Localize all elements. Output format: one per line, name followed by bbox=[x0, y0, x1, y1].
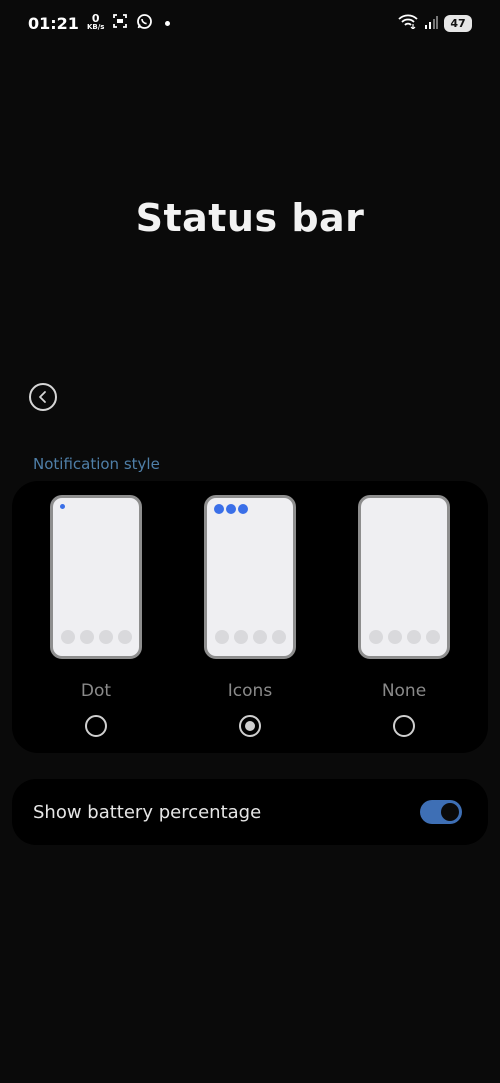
icons-preview bbox=[204, 495, 296, 659]
network-speed-value: 0 bbox=[91, 12, 100, 25]
radio-selected-mark bbox=[245, 721, 255, 731]
preview-dock bbox=[369, 630, 440, 644]
status-bar-right: 47 bbox=[398, 14, 472, 33]
option-label-none: None bbox=[381, 681, 427, 701]
status-bar-left: 01:21 0 KB/s bbox=[28, 12, 171, 34]
dot-preview bbox=[50, 495, 142, 659]
option-none[interactable]: None bbox=[358, 495, 450, 737]
notification-dot-indicator bbox=[60, 504, 65, 509]
back-button[interactable] bbox=[29, 383, 57, 411]
more-notifications-dot bbox=[165, 20, 171, 26]
radio-none[interactable] bbox=[393, 715, 415, 737]
show-battery-percentage-row[interactable]: Show battery percentage bbox=[12, 779, 488, 845]
network-speed-unit: KB/s bbox=[86, 23, 105, 31]
wifi-icon bbox=[398, 14, 418, 33]
page-title: Status bar bbox=[135, 196, 365, 240]
battery-icon: 47 bbox=[444, 14, 472, 32]
show-battery-percentage-toggle[interactable] bbox=[420, 800, 462, 824]
option-icons[interactable]: Icons bbox=[204, 495, 296, 737]
preview-dock bbox=[215, 630, 286, 644]
preview-dock bbox=[61, 630, 132, 644]
show-battery-percentage-label: Show battery percentage bbox=[33, 801, 262, 823]
toggle-knob bbox=[441, 803, 459, 821]
system-status-bar: 01:21 0 KB/s 47 bbox=[0, 0, 500, 46]
screenshot-icon bbox=[112, 13, 128, 33]
option-dot[interactable]: Dot bbox=[50, 495, 142, 737]
radio-dot[interactable] bbox=[85, 715, 107, 737]
signal-icon bbox=[424, 14, 438, 33]
network-speed: 0 KB/s bbox=[86, 12, 105, 31]
notification-style-card: Dot Icons None bbox=[12, 481, 488, 753]
notification-icons-indicator bbox=[214, 504, 248, 514]
notification-style-label: Notification style bbox=[33, 455, 160, 473]
whatsapp-icon bbox=[136, 13, 153, 34]
clock: 01:21 bbox=[28, 13, 79, 33]
option-label-icons: Icons bbox=[227, 681, 273, 701]
chevron-left-icon bbox=[39, 391, 46, 403]
radio-icons[interactable] bbox=[239, 715, 261, 737]
none-preview bbox=[358, 495, 450, 659]
option-label-dot: Dot bbox=[80, 681, 112, 701]
